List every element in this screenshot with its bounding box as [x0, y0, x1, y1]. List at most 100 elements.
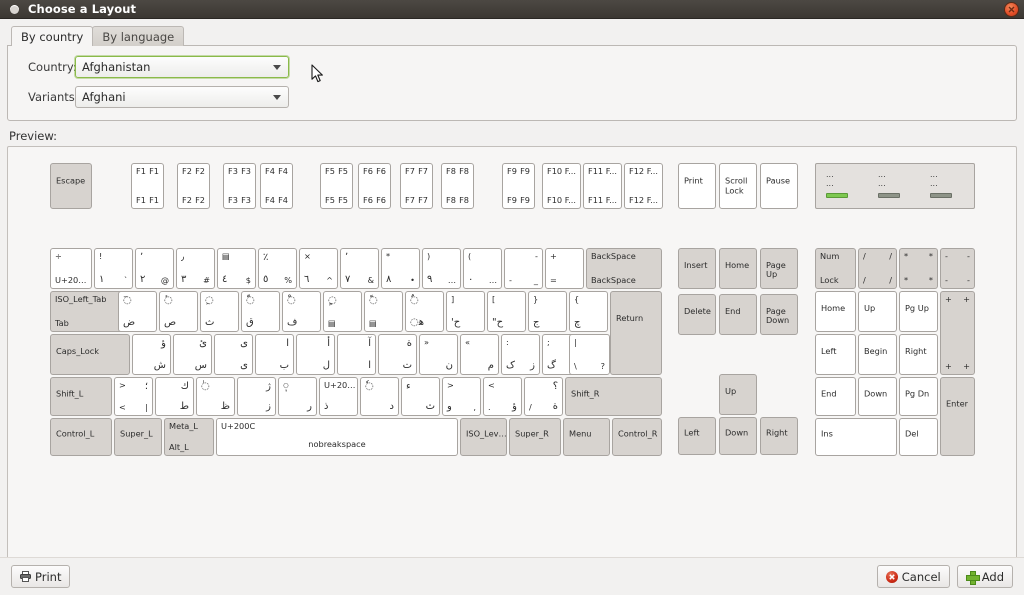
- key-label: ی: [240, 360, 248, 371]
- add-button[interactable]: Add: [956, 565, 1013, 588]
- key-label: -: [967, 275, 970, 285]
- key-label: BackSpace: [591, 251, 636, 261]
- close-icon[interactable]: [1005, 3, 1018, 16]
- key-key-3: ٫ ٣ #: [176, 248, 215, 289]
- key-label: -: [535, 251, 538, 261]
- key-label: ک: [506, 360, 515, 371]
- key-label: F10: [547, 195, 563, 205]
- key-label: ٥: [263, 274, 269, 285]
- key-label: …: [447, 275, 456, 285]
- key-label: ^: [326, 275, 333, 285]
- variants-combobox[interactable]: Afghani: [75, 86, 289, 108]
- key-label: Control_L: [56, 428, 95, 439]
- key-key-z: كط: [155, 377, 194, 416]
- key-label: F7: [418, 195, 428, 205]
- key-control-right: Control_R: [612, 418, 662, 456]
- key-label: Menu: [569, 428, 592, 439]
- key-f4: F4 F4 F4 F4: [260, 163, 293, 209]
- key-key-s: ئس: [173, 334, 212, 375]
- key-label: Caps_Lock: [56, 345, 99, 356]
- key-label: F8: [459, 166, 469, 176]
- key-label: م: [487, 360, 494, 371]
- key-key-1: ! ١ `: [94, 248, 133, 289]
- key-label: ظ: [220, 401, 230, 412]
- key-label: -: [509, 275, 512, 285]
- key-label: *: [904, 251, 909, 261]
- key-label: F...: [605, 166, 617, 176]
- tab-by-language[interactable]: By language: [92, 26, 185, 46]
- country-row: Country: Afghanistan: [18, 55, 1006, 79]
- key-label: F9: [520, 166, 530, 176]
- key-label: Delete: [684, 305, 711, 316]
- print-button[interactable]: Print: [11, 565, 71, 588]
- key-bracket-right: {چ: [569, 291, 608, 332]
- key-label: ,: [473, 402, 476, 412]
- key-numpad-7: Home: [815, 291, 856, 332]
- key-label: @: [160, 275, 169, 285]
- key-label: BackSpace: [591, 275, 636, 285]
- key-label: ص: [164, 317, 177, 328]
- country-combobox[interactable]: Afghanistan: [75, 56, 289, 78]
- key-shift-left: Shift_L: [50, 377, 112, 416]
- key-label: nobreakspace: [308, 439, 366, 449]
- key-label: +: [945, 294, 952, 304]
- key-label: Down: [864, 387, 888, 398]
- chevron-down-icon: [273, 94, 281, 100]
- key-label: ء: [406, 381, 411, 392]
- led-label: ... ...: [878, 170, 886, 188]
- window-menu-icon[interactable]: [10, 4, 19, 14]
- key-label: F7: [418, 166, 428, 176]
- key-label: ؟: [552, 381, 558, 392]
- key-alt-left: Meta_L Alt_L: [164, 418, 214, 456]
- key-label: *: [928, 275, 933, 285]
- cancel-button[interactable]: Cancel: [876, 565, 950, 588]
- key-label: F12: [629, 195, 645, 205]
- tab-by-country[interactable]: By country: [11, 26, 94, 46]
- key-key-h: آا: [337, 334, 376, 375]
- key-key-u: ◌ً ▤: [364, 291, 403, 332]
- key-label: ف: [287, 317, 298, 328]
- key-label: •: [410, 275, 415, 285]
- key-label: <: [119, 402, 126, 412]
- key-label: U+20…: [55, 275, 87, 285]
- key-label: ا: [368, 360, 371, 371]
- key-period: <. ؤ: [483, 377, 522, 416]
- key-label: /: [889, 251, 892, 261]
- key-label: ؛: [144, 381, 148, 392]
- key-print: Print: [678, 163, 716, 209]
- key-label: F2: [195, 166, 205, 176]
- key-label: ): [427, 251, 431, 261]
- key-numpad-subtract: - - - -: [940, 248, 975, 289]
- key-numpad-add: + + + +: [940, 291, 975, 375]
- key-label: 'ح: [451, 317, 461, 328]
- key-label: ٬: [140, 252, 144, 263]
- key-label: F3: [228, 166, 238, 176]
- key-label: ٨: [386, 274, 392, 285]
- key-label: ق: [246, 317, 254, 328]
- key-label: ئ: [199, 338, 207, 349]
- key-label: Pause: [766, 175, 791, 186]
- cancel-icon: [885, 570, 898, 583]
- key-label: Print: [684, 175, 703, 186]
- key-label: Shift_R: [571, 387, 600, 398]
- key-label: F5: [325, 166, 335, 176]
- key-numpad-5: Begin: [858, 334, 897, 375]
- key-numpad-enter: Enter: [940, 377, 975, 456]
- key-label: أ: [327, 338, 330, 349]
- key-key-b: U+20… ذ: [319, 377, 358, 416]
- key-label: د: [389, 401, 394, 412]
- key-label: F1: [149, 195, 159, 205]
- key-label: ▤: [328, 318, 336, 328]
- key-numpad-3: Pg Dn: [899, 377, 938, 416]
- key-label: «: [465, 337, 471, 347]
- key-bracket-left: } ج: [528, 291, 567, 332]
- key-control-left: Control_L: [50, 418, 112, 456]
- key-label: ژ: [266, 381, 271, 392]
- key-key-2: ٬ ٢ @: [135, 248, 174, 289]
- key-label: F...: [564, 166, 576, 176]
- key-label: -: [945, 251, 948, 261]
- key-label: F...: [646, 166, 658, 176]
- variants-row: Variants: Afghani: [18, 85, 1006, 109]
- key-label: !: [99, 251, 103, 261]
- plus-icon: [965, 570, 980, 585]
